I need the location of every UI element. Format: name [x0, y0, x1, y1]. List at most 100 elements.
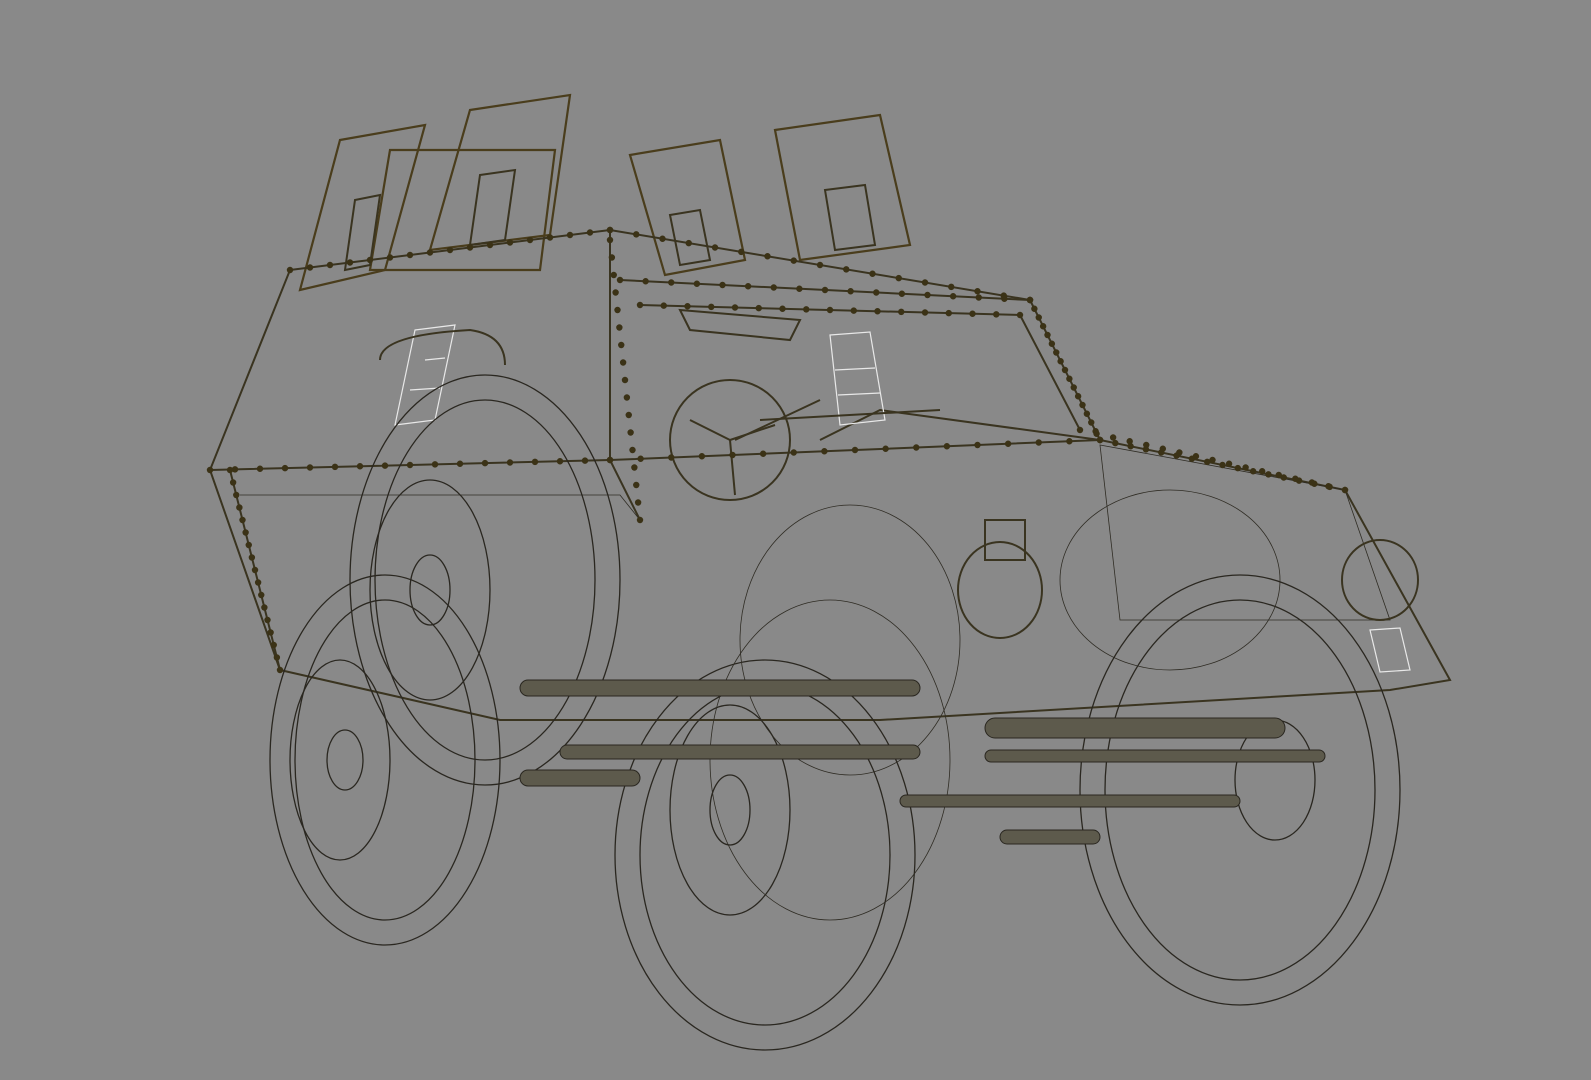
rivet [610, 271, 617, 279]
vehicle-wireframe-model[interactable] [0, 0, 1591, 1080]
right-front-wheel [1079, 574, 1401, 1006]
rivet [759, 450, 767, 457]
rivet [366, 256, 374, 264]
rivet [346, 259, 354, 266]
rivet [258, 591, 265, 599]
rivet [586, 229, 594, 236]
rivet [719, 281, 726, 289]
rivet [256, 465, 264, 472]
rivet [1234, 464, 1242, 472]
rivet [1093, 430, 1100, 437]
rivet [276, 666, 284, 674]
rivet [629, 446, 636, 454]
rivet [974, 441, 981, 449]
rivet [898, 308, 905, 316]
rivet [685, 239, 692, 247]
rivet [921, 309, 929, 316]
rivet [642, 278, 649, 285]
rivet [1249, 468, 1257, 475]
rivet [693, 280, 701, 287]
rivet [764, 253, 771, 260]
rivet [1004, 440, 1012, 447]
rivet [226, 466, 234, 474]
rivet [251, 566, 259, 574]
rivet [618, 341, 625, 349]
rivet [1035, 314, 1042, 321]
rivet [633, 231, 640, 238]
rivet [636, 301, 644, 309]
rivet [1258, 468, 1266, 475]
rivet [816, 261, 824, 269]
vehicle-seats [379, 308, 802, 366]
rivet [1275, 471, 1282, 479]
3d-wireframe-viewport[interactable] [0, 0, 1591, 1080]
rivet [616, 324, 623, 331]
rivet [708, 303, 715, 311]
rivet [1209, 456, 1216, 464]
rivet [270, 641, 277, 649]
rivet [566, 231, 574, 239]
rivet [1066, 438, 1073, 445]
rivet [637, 455, 644, 462]
rivet [306, 464, 314, 471]
rivet [850, 307, 857, 314]
rivet [1088, 419, 1095, 426]
rivet [206, 466, 214, 474]
rivet [790, 449, 797, 456]
rivet [281, 464, 289, 472]
rivet [1076, 426, 1084, 434]
rivet [1325, 483, 1332, 490]
rivet [612, 289, 619, 296]
rivet [1176, 449, 1183, 456]
rivet [286, 266, 294, 274]
rivet [873, 289, 880, 296]
rivet [633, 481, 640, 489]
rivet [267, 629, 274, 636]
rivet [826, 306, 834, 314]
rivet [975, 294, 982, 301]
rivet [843, 266, 850, 273]
rivet [1057, 358, 1064, 365]
rivet [1026, 296, 1034, 304]
rear-left-wheel [349, 374, 621, 786]
rivet [1079, 401, 1086, 409]
rivet [466, 244, 474, 251]
rivet [1265, 471, 1272, 478]
rivet [233, 491, 240, 499]
rivet [248, 554, 256, 561]
rivet [803, 306, 810, 313]
rivet [426, 249, 434, 256]
rivet [1083, 410, 1091, 417]
rivet [1341, 486, 1349, 494]
rivet [1001, 295, 1008, 302]
rivet [668, 454, 675, 461]
rivet [796, 285, 803, 292]
rivet [606, 226, 614, 234]
rivet [969, 310, 976, 317]
rivet [625, 411, 632, 419]
rivet [621, 376, 629, 384]
rivet [456, 460, 464, 467]
rivet [1074, 393, 1082, 400]
rivet [821, 286, 829, 294]
rivet [913, 444, 920, 451]
rivet [1292, 475, 1299, 482]
rivet [636, 516, 644, 524]
rivet [606, 456, 614, 464]
rivet [924, 291, 931, 299]
rivet [1035, 439, 1042, 446]
rivet [779, 305, 786, 312]
rivet [406, 251, 414, 259]
rivet [668, 279, 675, 286]
rivet [1039, 323, 1047, 330]
rivet [531, 458, 539, 466]
front-left-wheel [269, 574, 501, 946]
rivet [406, 461, 414, 469]
rivet [1192, 453, 1200, 460]
rivet [1126, 438, 1133, 445]
rivet [1061, 366, 1069, 374]
rivet [711, 244, 719, 251]
rivet [821, 448, 828, 455]
rivet [556, 458, 564, 465]
middle-wheel [614, 659, 916, 1051]
